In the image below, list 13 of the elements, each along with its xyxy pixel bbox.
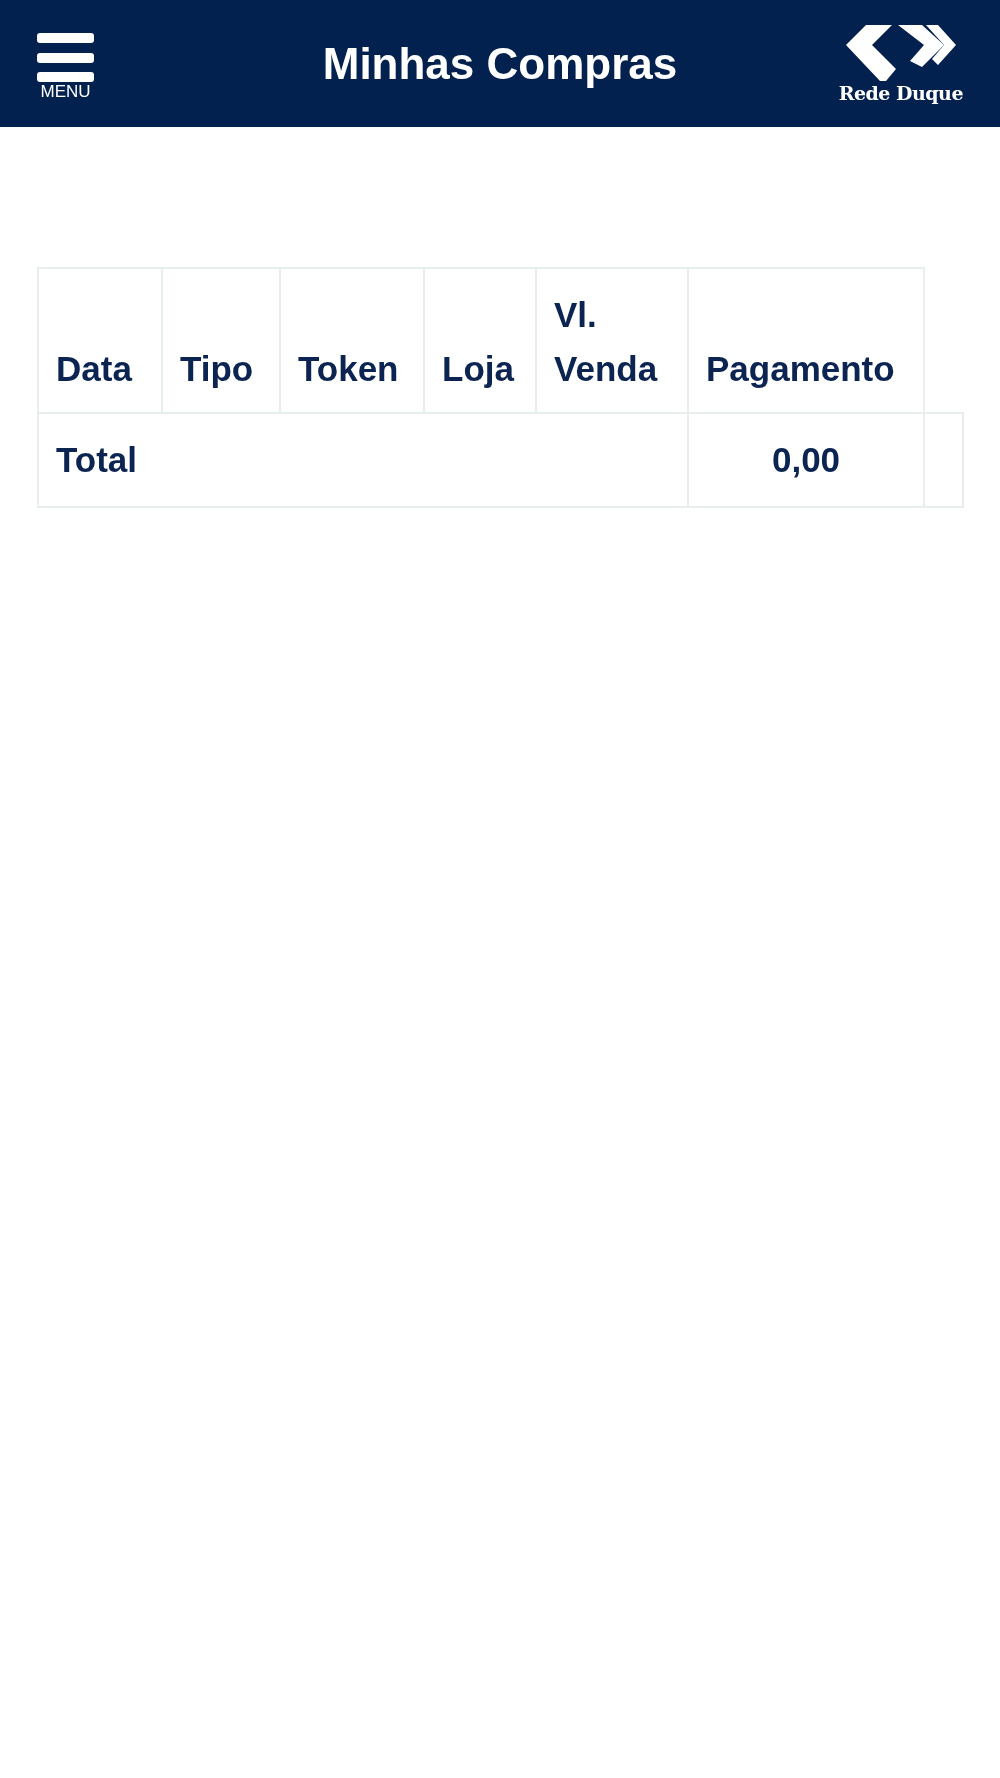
page-title: Minhas Compras bbox=[322, 37, 678, 90]
logo-icon bbox=[845, 24, 956, 81]
column-header: Pagamento bbox=[688, 268, 924, 413]
column-header: Data bbox=[38, 268, 162, 413]
menu-button[interactable]: MENU bbox=[37, 32, 94, 101]
menu-icon bbox=[37, 32, 94, 82]
column-header: Tipo bbox=[162, 268, 280, 413]
total-value: 0,00 bbox=[688, 413, 924, 507]
column-header: Loja bbox=[424, 268, 536, 413]
brand-name: Rede Duque bbox=[838, 80, 963, 105]
column-header: Token bbox=[280, 268, 424, 413]
total-label: Total bbox=[38, 413, 688, 507]
column-header: Vl. Venda bbox=[536, 268, 688, 413]
